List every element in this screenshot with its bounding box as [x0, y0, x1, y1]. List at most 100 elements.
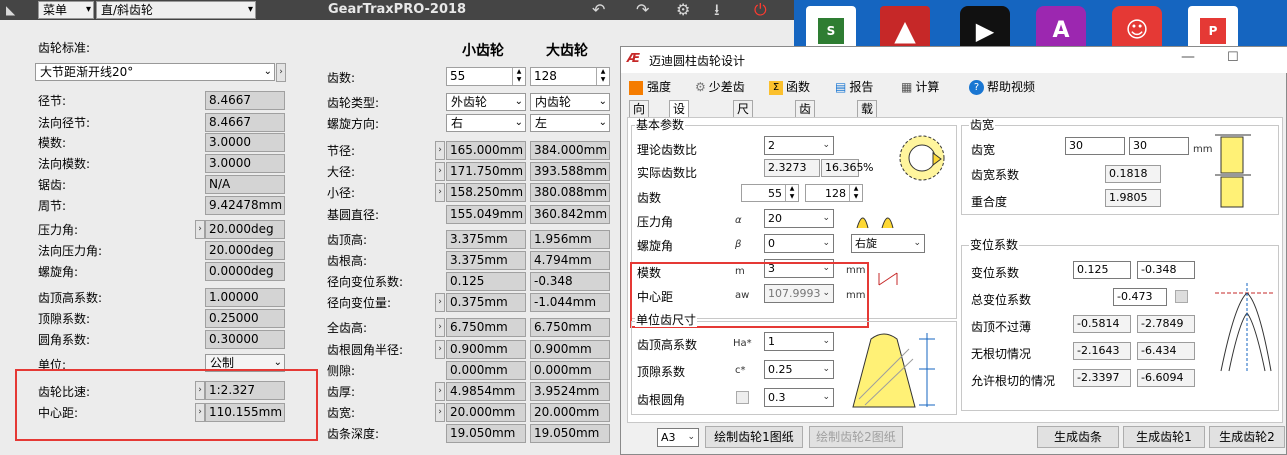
pinion-dim-value: 4.9854mm — [446, 382, 526, 401]
unit-value: 公制 — [210, 356, 235, 370]
gear-dim-value: 20.000mm — [530, 403, 610, 422]
root-fillet-select[interactable]: 0.3 ⌄ — [764, 388, 834, 407]
addendum-coef-label: 齿顶高系数 — [637, 338, 698, 352]
spin-arrows-icon[interactable]: ▲ ▼ — [785, 185, 798, 201]
param-label: 周节: — [38, 199, 67, 213]
gear-hand-value: 左 — [535, 116, 548, 130]
shift-coef-title: 变位系数 — [969, 238, 1020, 252]
toolbar-strength-label: 强度 — [647, 80, 672, 94]
total-shift-checkbox[interactable] — [1175, 290, 1188, 303]
standard-dropdown[interactable]: 大节距渐开线20° ⌄ — [35, 63, 275, 81]
chevron-down-icon: ⌄ — [822, 238, 830, 248]
dim-arrow[interactable]: › — [435, 318, 445, 337]
power-icon[interactable]: ⏻ — [754, 0, 767, 20]
gear-type-select[interactable]: 内齿轮 ⌄ — [530, 93, 610, 111]
toolbar-function-label: 函数 — [786, 80, 811, 94]
minimize-icon[interactable]: — — [1181, 49, 1195, 65]
paper-size-select[interactable]: A3 ⌄ — [657, 428, 699, 447]
gear-design-dialog: Æ 迈迪圆柱齿轮设计 — ☐ 强度 ⚙ 少差齿 Σ 函数 ▤ 报告 ▦ 计算 ? 帮助视频… — [620, 46, 1287, 455]
teeth1-spinner[interactable]: 55 ▲ ▼ — [741, 184, 799, 202]
no-undercut-label: 无根切情况 — [971, 347, 1032, 361]
pressure-angle-select[interactable]: 20 ⌄ — [764, 209, 834, 228]
param-value: 8.4667 — [205, 113, 285, 132]
beta-symbol: β — [735, 239, 742, 250]
shift2-input[interactable]: -0.348 — [1137, 261, 1195, 279]
dim-label: 大径: — [327, 165, 356, 179]
gear-icon[interactable]: ⚙ — [676, 0, 690, 20]
angle-label: 压力角: — [38, 223, 79, 237]
dim-arrow[interactable]: › — [435, 382, 445, 401]
tab-load[interactable]: 载荷 — [857, 100, 878, 132]
toolbar-report[interactable]: ▤ 报告 — [835, 77, 873, 97]
gear-dim-value: 384.000mm — [530, 141, 610, 160]
chevron-down-icon: ⌄ — [514, 117, 523, 128]
param-value: 3.0000 — [205, 133, 285, 152]
shift1-input[interactable]: 0.125 — [1073, 261, 1131, 279]
ratio-arrow[interactable]: › — [195, 381, 205, 400]
download-icon[interactable]: ⭳ — [714, 0, 720, 20]
helix-angle-value: 0 — [768, 237, 775, 250]
dim-arrow[interactable]: › — [435, 183, 445, 202]
unit-size-title: 单位齿尺寸 — [635, 313, 698, 327]
spin-arrows-icon[interactable]: ▲ ▼ — [512, 68, 525, 85]
toolbar-strength[interactable]: 强度 — [629, 77, 671, 97]
gear-dim-value: 1.956mm — [530, 230, 610, 249]
dim-arrow[interactable]: › — [435, 141, 445, 160]
face-width1-input[interactable]: 30 — [1065, 137, 1125, 155]
gear-teeth-spinner[interactable]: 128 ▲ ▼ — [530, 67, 610, 86]
pinion-teeth-spinner[interactable]: 55 ▲ ▼ — [446, 67, 526, 86]
spin-arrows-icon[interactable]: ▲ ▼ — [596, 68, 609, 85]
spin-arrows-icon[interactable]: ▲ ▼ — [849, 185, 862, 201]
redo-icon[interactable]: ↷ — [636, 0, 649, 20]
pinion-dim-value: 20.000mm — [446, 403, 526, 422]
pinion-hand-dropdown[interactable]: 右 ⌄ — [446, 114, 526, 132]
draw-gear2-button[interactable]: 绘制齿轮2图纸 — [809, 426, 903, 448]
center-arrow[interactable]: › — [195, 403, 205, 422]
dim-label: 基圆直径: — [327, 208, 380, 222]
tab-accuracy[interactable]: 齿轮精度 — [795, 100, 816, 164]
total-shift-label: 总变位系数 — [971, 293, 1032, 307]
dialog-titlebar: Æ 迈迪圆柱齿轮设计 — ☐ — [621, 47, 1287, 73]
face-width2-input[interactable]: 30 — [1129, 137, 1189, 155]
gear-hand-dropdown[interactable]: 左 ⌄ — [530, 114, 610, 132]
total-shift-input[interactable]: -0.473 — [1113, 288, 1167, 306]
pinion-type-dropdown[interactable]: 外齿轮 ⌄ — [446, 93, 526, 111]
tab-design[interactable]: 设计参数 — [669, 100, 690, 164]
menu-dropdown[interactable]: 菜单 ▾ — [38, 1, 94, 19]
draw-gear1-button[interactable]: 绘制齿轮1图纸 — [705, 426, 803, 448]
toolbar-fewdiff[interactable]: ⚙ 少差齿 — [695, 77, 745, 97]
addendum-coef-select[interactable]: 1 ⌄ — [764, 332, 834, 351]
pinion-teeth-value: 55 — [450, 69, 466, 83]
helix-angle-select[interactable]: 0 ⌄ — [764, 234, 834, 253]
undo-icon[interactable]: ↶ — [592, 0, 605, 20]
dim-arrow[interactable]: › — [435, 403, 445, 422]
angle-arrow[interactable]: › — [195, 220, 205, 239]
teeth2-spinner[interactable]: 128 ▲ ▼ — [805, 184, 863, 202]
dim-arrow[interactable]: › — [435, 340, 445, 359]
dim-arrow[interactable]: › — [435, 162, 445, 181]
generate-gear1-button[interactable]: 生成齿轮1 — [1123, 426, 1205, 448]
helix-direction-select[interactable]: 右旋 ⌄ — [851, 234, 925, 253]
generate-rack-button[interactable]: 生成齿条 — [1037, 426, 1119, 448]
ratio-value: 1:2.327 — [205, 381, 285, 400]
tab-guide[interactable]: 向导 — [629, 100, 650, 132]
theory-ratio-select[interactable]: 2 ⌄ — [764, 136, 834, 155]
toolbar-calc[interactable]: ▦ 计算 — [901, 77, 939, 97]
pinion-dim-value: 0.900mm — [446, 340, 526, 359]
maximize-icon[interactable]: ☐ — [1227, 50, 1239, 65]
gear-icon: ⚙ — [695, 80, 706, 94]
generate-gear2-button[interactable]: 生成齿轮2 — [1209, 426, 1285, 448]
teeth2-value: 128 — [825, 187, 846, 200]
chevron-down-icon: ⌄ — [822, 336, 830, 346]
tab-size[interactable]: 尺寸参数 — [733, 100, 754, 164]
coef-value: 1.00000 — [205, 288, 285, 307]
root-fillet-checkbox[interactable] — [736, 391, 749, 404]
standard-arrow-button[interactable]: › — [276, 63, 286, 82]
toolbar-function[interactable]: Σ 函数 — [769, 77, 810, 97]
gear-type-dropdown[interactable]: 直/斜齿轮 ▾ — [96, 1, 256, 19]
toolbar-help[interactable]: ? 帮助视频 — [969, 77, 1035, 97]
dim-arrow[interactable]: › — [435, 293, 445, 312]
width-coef-value: 0.1818 — [1105, 165, 1161, 183]
report-icon: ▤ — [835, 80, 847, 94]
clearance-coef-select[interactable]: 0.25 ⌄ — [764, 360, 834, 379]
